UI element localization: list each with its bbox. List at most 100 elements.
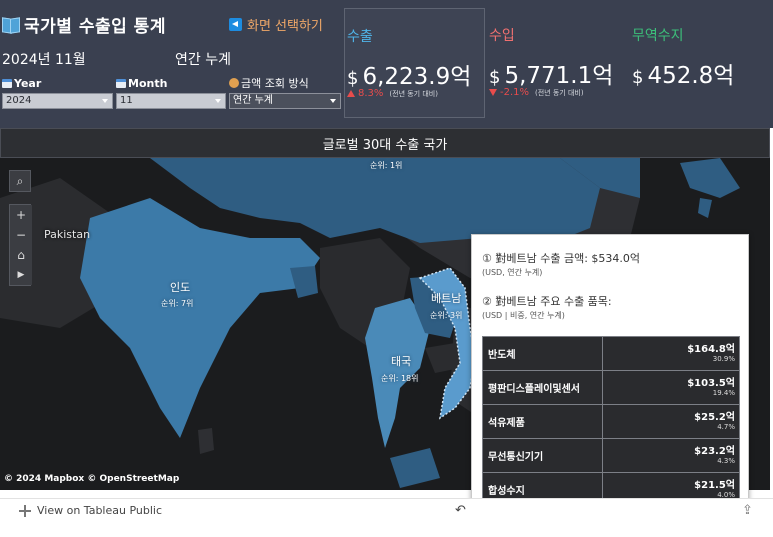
vietnam-rank-label: 순위: 3위 — [430, 311, 463, 320]
item-value: $164.8억 30.9% — [602, 336, 740, 371]
screen-select-button[interactable]: 화면 선택하기 — [229, 15, 323, 34]
table-row: 무선통신기기 $23.2억 4.3% — [482, 438, 740, 473]
import-change-note: (전년 동기 대비) — [535, 88, 584, 97]
vietnam-name-label: 베트남 — [431, 292, 462, 305]
export-change-value: 8.3% — [358, 88, 384, 99]
reset-view-button[interactable]: ⌂ — [10, 245, 32, 265]
thailand-rank-label: 순위: 18위 — [381, 374, 419, 383]
item-amount: $21.5억 — [694, 479, 735, 491]
search-icon: ⌕ — [16, 173, 24, 188]
dashboard: 국가별 수출입 통계 화면 선택하기 2024년 11월 연간 누계 Year … — [0, 0, 773, 537]
map-zoom-controls: + − ⌂ ▶ — [9, 204, 32, 286]
currency-symbol: $ — [347, 68, 359, 89]
year-filter: Year 2024 — [2, 76, 113, 109]
month-filter-label-row: Month — [116, 76, 226, 90]
item-amount: $164.8억 — [687, 343, 735, 355]
money-bag-icon — [229, 78, 239, 88]
import-kpi-value: $5,771.1억 — [489, 56, 613, 90]
tooltip-export-amount-sub: (USD, 연간 누계) — [482, 268, 543, 277]
expand-toolbar-button[interactable]: ▶ — [10, 265, 32, 285]
amount-filter: 금액 조회 방식 연간 누계 — [229, 76, 341, 109]
year-select[interactable]: 2024 — [2, 93, 113, 109]
thailand-name-label: 태국 — [391, 355, 412, 368]
home-icon: ⌂ — [17, 248, 25, 262]
amount-select[interactable]: 연간 누계 — [229, 93, 341, 109]
item-share: 4.7% — [717, 422, 735, 431]
pakistan-label: Pakistan — [44, 228, 91, 241]
calendar-icon — [116, 78, 126, 88]
balance-amount: 452.8억 — [647, 63, 735, 89]
export-amount: 6,223.9억 — [362, 64, 472, 90]
view-on-tableau-link[interactable]: View on Tableau Public — [37, 504, 162, 517]
up-arrow-icon — [347, 90, 355, 97]
export-change-note: (전년 동기 대비) — [389, 89, 438, 98]
tooltip-export-amount: ① 對베트남 수출 금액: $534.0억 — [482, 252, 641, 265]
china-rank-label: 순위: 1위 — [370, 161, 403, 170]
zoom-out-button[interactable]: − — [10, 225, 32, 245]
tooltip-items-sub: (USD | 비중, 연간 누계) — [482, 311, 565, 320]
footer-bar: View on Tableau Public ↶ ⇪ — [0, 498, 773, 522]
balance-kpi-label: 무역수지 — [632, 28, 684, 44]
search-button[interactable]: ⌕ — [9, 170, 31, 192]
import-kpi-label: 수입 — [489, 28, 515, 44]
back-arrow-icon — [229, 18, 242, 31]
item-share: 4.3% — [717, 456, 735, 465]
year-filter-label: Year — [14, 76, 42, 90]
header-panel: 국가별 수출입 통계 화면 선택하기 2024년 11월 연간 누계 Year … — [0, 0, 773, 128]
export-kpi-value: $6,223.9억 — [347, 57, 471, 91]
item-name: 평판디스플레이및센서 — [482, 370, 603, 405]
currency-symbol: $ — [489, 67, 501, 88]
zoom-in-button[interactable]: + — [10, 205, 32, 225]
item-amount: $25.2억 — [694, 411, 735, 423]
tooltip-items-heading: ② 對베트남 주요 수출 품목: — [482, 295, 612, 308]
amount-filter-label-row: 금액 조회 방식 — [229, 76, 341, 90]
export-kpi-change: 8.3% (전년 동기 대비) — [347, 88, 438, 99]
tableau-icon — [19, 505, 31, 517]
map-title: 글로벌 30대 수출 국가 — [322, 137, 448, 153]
import-kpi: 수입 $5,771.1억 -2.1% (전년 동기 대비) — [487, 8, 628, 118]
map-title-bar: 글로벌 30대 수출 국가 — [0, 128, 770, 158]
share-icon[interactable]: ⇪ — [742, 503, 753, 518]
item-name: 반도체 — [482, 336, 603, 371]
import-amount: 5,771.1억 — [504, 63, 614, 89]
down-arrow-icon — [489, 89, 497, 96]
balance-kpi: 무역수지 $452.8억 — [630, 8, 771, 118]
play-icon: ▶ — [17, 270, 25, 280]
item-share: 19.4% — [712, 388, 735, 397]
page-title: 국가별 수출입 통계 — [24, 17, 166, 37]
item-amount: $23.2억 — [694, 445, 735, 457]
plus-icon: + — [15, 208, 27, 222]
book-icon — [2, 17, 20, 33]
month-filter: Month 11 — [116, 76, 226, 109]
month-filter-label: Month — [128, 76, 168, 90]
tooltip-items-table: 반도체 $164.8억 30.9% 평판디스플레이및센서 $103.5억 19.4%… — [482, 336, 740, 507]
table-row: 반도체 $164.8억 30.9% — [482, 336, 740, 371]
item-name: 무선통신기기 — [482, 438, 603, 473]
item-share: 30.9% — [712, 354, 735, 363]
map-attribution[interactable]: © 2024 Mapbox © OpenStreetMap — [4, 474, 179, 484]
import-kpi-change: -2.1% (전년 동기 대비) — [489, 87, 584, 98]
month-select[interactable]: 11 — [116, 93, 226, 109]
undo-icon[interactable]: ↶ — [455, 503, 466, 518]
export-kpi-label: 수출 — [347, 29, 373, 45]
item-value: $103.5억 19.4% — [602, 370, 740, 405]
vietnam-tooltip: ① 對베트남 수출 금액: $534.0억 (USD, 연간 누계) ② 對베트… — [471, 234, 749, 507]
year-filter-label-row: Year — [2, 76, 113, 90]
amount-filter-label: 금액 조회 방식 — [241, 77, 309, 90]
table-row: 석유제품 $25.2억 4.7% — [482, 404, 740, 439]
india-rank-label: 순위: 7위 — [161, 299, 194, 308]
item-value: $23.2억 4.3% — [602, 438, 740, 473]
balance-kpi-value: $452.8억 — [632, 56, 734, 90]
currency-symbol: $ — [632, 67, 644, 88]
item-value: $25.2억 4.7% — [602, 404, 740, 439]
cumulative-label: 연간 누계 — [175, 52, 231, 68]
import-change-value: -2.1% — [500, 87, 530, 98]
screen-select-label: 화면 선택하기 — [247, 19, 323, 34]
india-name-label: 인도 — [170, 281, 191, 294]
minus-icon: − — [15, 228, 27, 242]
map-search-tool: ⌕ — [9, 170, 31, 192]
export-kpi: 수출 $6,223.9억 8.3% (전년 동기 대비) — [344, 8, 485, 118]
table-row: 평판디스플레이및센서 $103.5억 19.4% — [482, 370, 740, 405]
title-row: 국가별 수출입 통계 — [2, 12, 166, 37]
date-label: 2024년 11월 — [2, 52, 86, 68]
